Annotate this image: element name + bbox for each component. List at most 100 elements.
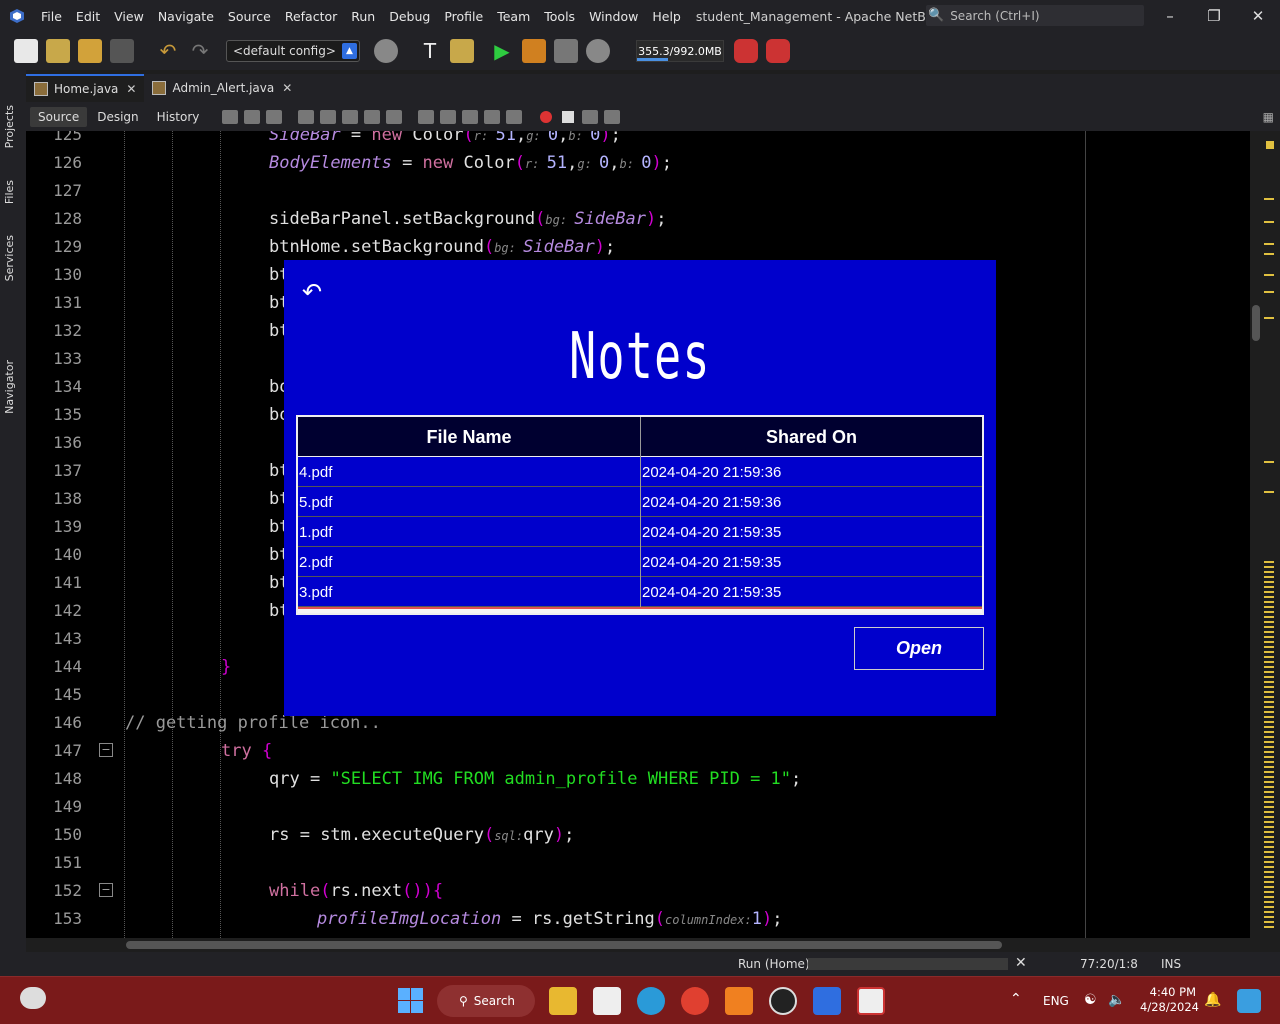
close-tab-icon[interactable]: ✕ [126,82,136,96]
vertical-scrollbar[interactable] [1252,305,1260,341]
side-tab-projects[interactable]: Projects [3,105,16,148]
column-header-shared-on[interactable]: Shared On [640,417,982,457]
close-icon[interactable]: ✕ [1236,0,1280,32]
store-icon[interactable] [593,987,621,1015]
undo-icon[interactable]: ↶ [156,39,180,63]
side-tab-services[interactable]: Services [3,235,16,281]
run-icon[interactable]: ▶ [490,39,514,63]
record-macro-icon[interactable] [540,110,553,123]
new-project-icon[interactable] [46,39,70,63]
back-icon[interactable] [244,109,261,124]
media-player-icon[interactable] [769,987,797,1015]
redo-icon[interactable]: ↷ [188,39,212,63]
menu-window[interactable]: Window [582,9,645,24]
stripe-mark [1264,291,1274,293]
fold-toggle-icon[interactable]: − [99,743,113,757]
memory-indicator[interactable]: 355.3/992.0MB [636,40,724,62]
xampp-icon[interactable] [725,987,753,1015]
menu-help[interactable]: Help [645,9,688,24]
open-project-icon[interactable] [78,39,102,63]
tab-design[interactable]: Design [89,107,146,127]
shift-left-icon[interactable] [484,109,501,124]
globe-icon[interactable] [374,39,398,63]
menu-debug[interactable]: Debug [382,9,437,24]
menu-tools[interactable]: Tools [537,9,582,24]
netbeans-taskbar-icon[interactable] [813,987,841,1015]
back-arrow-icon[interactable]: ↶ [302,278,328,306]
menu-file[interactable]: File [34,9,69,24]
chrome-icon[interactable] [681,987,709,1015]
open-button[interactable]: Open [854,627,984,670]
menu-edit[interactable]: Edit [69,9,107,24]
comment-icon[interactable] [582,109,599,124]
cancel-task-icon[interactable]: ✕ [1015,955,1027,971]
horizontal-scrollbar[interactable] [26,938,1250,952]
menu-run[interactable]: Run [344,9,382,24]
line-number: 136 [53,433,82,452]
menu-profile[interactable]: Profile [437,9,490,24]
code-line-147: try { [221,741,273,761]
toggle-highlight-icon[interactable] [364,109,381,124]
last-edit-icon[interactable] [222,109,239,124]
notes-table[interactable]: File Name Shared On 4.pdf 2024-04-20 21:… [296,415,984,615]
menu-source[interactable]: Source [221,9,278,24]
gc-icon[interactable] [734,39,758,63]
search-placeholder: Search (Ctrl+I) [950,8,1040,23]
close-tab-icon[interactable]: ✕ [282,81,292,95]
prev-bookmark-icon[interactable] [418,109,435,124]
uncomment-icon[interactable] [604,109,621,124]
config-select[interactable]: <default config> ▲ [226,40,360,62]
fold-toggle-icon[interactable]: − [99,883,113,897]
error-stripe[interactable] [1250,131,1280,938]
menu-team[interactable]: Team [490,9,537,24]
profile-icon[interactable] [586,39,610,63]
tab-history[interactable]: History [149,107,208,127]
scroll-thumb[interactable] [126,941,1002,949]
minimize-icon[interactable]: – [1148,0,1192,32]
network-icon[interactable]: ☯ [1084,992,1097,1008]
line-number: 140 [53,545,82,564]
tab-admin-alert-java[interactable]: Admin_Alert.java ✕ [144,74,300,102]
side-tab-files[interactable]: Files [3,180,16,204]
find-prev-icon[interactable] [320,109,337,124]
netbeans-logo-icon[interactable] [6,5,28,27]
clock[interactable]: 4:40 PM 4/28/2024 [1140,985,1199,1015]
maximize-editor-icon[interactable]: ▦ [1263,110,1274,124]
menu-navigate[interactable]: Navigate [151,9,221,24]
notification-bell-icon[interactable]: 🔔 [1204,992,1221,1008]
copilot-icon[interactable] [1237,989,1261,1013]
java-app-icon[interactable] [857,987,885,1015]
windows-start-icon[interactable] [398,988,423,1013]
restore-icon[interactable]: ❐ [1192,0,1236,32]
toggle-bookmark-icon[interactable] [462,109,479,124]
menu-view[interactable]: View [107,9,151,24]
save-all-icon[interactable] [110,39,134,63]
tab-home-java[interactable]: Home.java ✕ [26,74,145,102]
search-input[interactable]: 🔍 Search (Ctrl+I) [926,5,1144,26]
file-explorer-icon[interactable] [549,987,577,1015]
taskbar-search-label: Search [473,994,516,1008]
weather-icon[interactable] [20,987,46,1009]
side-tab-navigator[interactable]: Navigator [3,360,16,414]
chevron-up-icon[interactable]: ⌃ [1010,991,1022,1007]
find-next-icon[interactable] [342,109,359,124]
volume-icon[interactable]: 🔈 [1108,992,1125,1008]
menu-refactor[interactable]: Refactor [278,9,344,24]
build-icon[interactable]: T [418,39,442,63]
stop-macro-icon[interactable] [562,110,575,123]
shift-right-icon[interactable] [506,109,523,124]
edge-icon[interactable] [637,987,665,1015]
gc-profile-icon[interactable] [766,39,790,63]
taskbar-search[interactable]: ⚲ Search [437,985,535,1017]
test-icon[interactable] [554,39,578,63]
language-indicator[interactable]: ENG [1043,994,1069,1008]
select-icon[interactable] [386,109,403,124]
tab-source[interactable]: Source [30,106,88,127]
column-header-file-name[interactable]: File Name [298,417,640,457]
new-file-icon[interactable] [14,39,38,63]
clean-build-icon[interactable] [450,39,474,63]
forward-icon[interactable] [266,109,283,124]
next-bookmark-icon[interactable] [440,109,457,124]
debug-icon[interactable] [522,39,546,63]
find-icon[interactable] [298,109,315,124]
